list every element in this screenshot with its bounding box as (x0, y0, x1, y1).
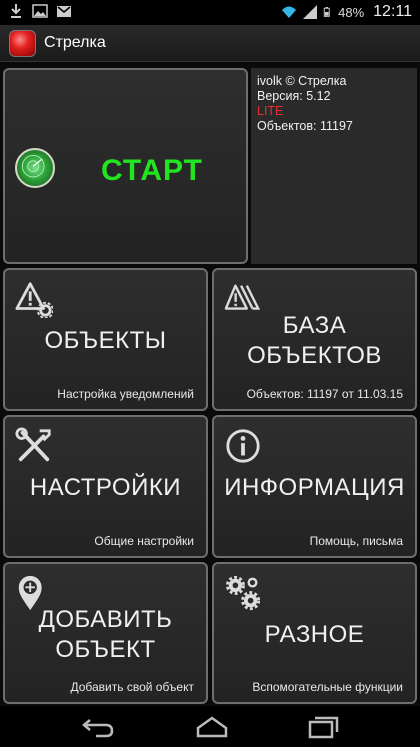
warning-gear-icon (15, 282, 53, 318)
info-edition: LITE (257, 104, 284, 118)
main-grid: СТАРТ ivolk © Стрелка Версия: 5.12 LITE … (0, 62, 420, 706)
start-button[interactable]: СТАРТ (3, 68, 248, 264)
misc-subtitle: Вспомогательные функции (252, 680, 403, 694)
objects-subtitle: Настройка уведомлений (57, 387, 194, 401)
gears-icon (225, 575, 261, 611)
recents-icon[interactable] (304, 712, 344, 742)
info-object-count: Объектов: 11197 (257, 119, 353, 133)
misc-label: РАЗНОЕ (264, 621, 365, 648)
add-object-subtitle: Добавить свой объект (70, 680, 194, 694)
tools-icon (15, 427, 51, 462)
objects-label: ОБЪЕКТЫ (44, 327, 167, 354)
battery-percent: 48% (338, 4, 365, 20)
information-subtitle: Помощь, письма (309, 534, 403, 548)
app-title: Стрелка (44, 34, 106, 51)
back-icon[interactable] (78, 712, 118, 742)
settings-label: НАСТРОЙКИ (29, 474, 182, 501)
clock: 12:11 (373, 3, 412, 20)
signal-icon (303, 5, 318, 19)
objects-tile[interactable]: ОБЪЕКТЫ Настройка уведомлений (3, 268, 208, 411)
app-info-panel: ivolk © Стрелка Версия: 5.12 LITE Объект… (251, 68, 417, 264)
misc-tile[interactable]: РАЗНОЕ Вспомогательные функции (212, 562, 417, 704)
database-label-line2: ОБЪЕКТОВ (247, 342, 382, 369)
database-tile[interactable]: БАЗА ОБЪЕКТОВ Объектов: 11197 от 11.03.1… (212, 268, 417, 411)
status-bar: 48% 12:11 (0, 0, 420, 25)
settings-subtitle: Общие настройки (94, 534, 194, 548)
add-object-tile[interactable]: ДОБАВИТЬ ОБЪЕКТ Добавить свой объект (3, 562, 208, 704)
settings-tile[interactable]: НАСТРОЙКИ Общие настройки (3, 415, 208, 558)
gmail-icon (57, 6, 71, 17)
action-bar: Стрелка (0, 25, 420, 62)
add-object-label-line2: ОБЪЕКТ (55, 636, 156, 663)
add-object-label-line1: ДОБАВИТЬ (38, 606, 173, 633)
database-subtitle: Объектов: 11197 от 11.03.15 (246, 387, 403, 401)
info-icon (226, 429, 260, 463)
navigation-bar (0, 706, 420, 747)
image-icon (32, 4, 48, 18)
database-label-line1: БАЗА (282, 312, 347, 339)
info-version: Версия: 5.12 (257, 89, 331, 103)
radar-icon (15, 148, 55, 188)
download-icon (11, 4, 21, 18)
start-label: СТАРТ (101, 154, 203, 187)
battery-icon (323, 7, 330, 17)
app-logo-icon[interactable] (9, 30, 36, 57)
information-tile[interactable]: ИНФОРМАЦИЯ Помощь, письма (212, 415, 417, 558)
information-label: ИНФОРМАЦИЯ (224, 474, 405, 501)
info-author: ivolk © Стрелка (257, 74, 347, 88)
wifi-icon (282, 6, 297, 18)
home-icon[interactable] (192, 712, 232, 742)
